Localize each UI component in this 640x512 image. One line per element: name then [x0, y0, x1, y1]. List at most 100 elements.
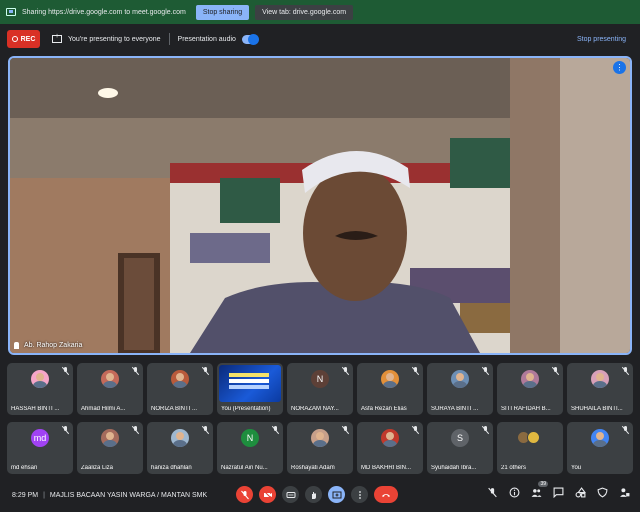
people-button[interactable]: 39	[530, 481, 548, 498]
chat-button[interactable]	[552, 486, 564, 498]
participant-tile[interactable]: MD BAKHRI BIN...	[357, 422, 423, 474]
recording-label: REC	[20, 35, 36, 43]
others-tile[interactable]: 21 others	[497, 422, 563, 474]
person-lock-icon	[619, 487, 629, 497]
presenting-status-text: You're presenting to everyone	[68, 35, 161, 43]
participant-name: Nazratul Ain Nu...	[221, 465, 268, 471]
mic-off-icon	[482, 426, 489, 434]
meeting-title: MAJLIS BACAAN YASIN WARGA / MANTAN SMK	[49, 491, 208, 499]
avatar	[591, 370, 609, 388]
mic-off-icon	[552, 367, 559, 375]
more-options-icon[interactable]: ⋮	[613, 61, 626, 74]
sharing-bar: Sharing https://drive.google.com to meet…	[0, 0, 640, 24]
companion-button[interactable]	[618, 486, 630, 498]
clock: 8:29 PM	[12, 491, 39, 499]
participant-tile[interactable]: Zaaliza Liza	[77, 422, 143, 474]
avatar	[381, 370, 399, 388]
participant-name: MD BAKHRI BIN...	[361, 465, 412, 471]
divider	[168, 33, 170, 45]
avatar	[311, 429, 329, 447]
stop-sharing-button[interactable]: Stop sharing	[195, 4, 250, 20]
info-icon	[509, 487, 519, 497]
activities-button[interactable]	[574, 486, 586, 498]
avatar: N	[241, 429, 259, 447]
avatar	[101, 429, 119, 447]
participant-name: Ahmad Hilmi A...	[81, 406, 126, 412]
shapes-icon	[575, 486, 586, 497]
control-bar: 8:29 PM | MAJLIS BACAAN YASIN WARGA / MA…	[0, 478, 640, 512]
participant-tile[interactable]: SURAYA BINTI ...	[427, 363, 493, 415]
leave-call-button[interactable]	[374, 486, 398, 503]
camera-off-icon	[263, 490, 272, 499]
pin-icon	[14, 342, 19, 349]
participant-tile[interactable]: Roshayati Adam	[287, 422, 353, 474]
avatar: md	[31, 429, 49, 447]
meeting-details-button[interactable]	[508, 486, 520, 498]
mic-off-icon	[272, 426, 279, 434]
mic-off-icon	[62, 367, 69, 375]
participant-tile[interactable]: haniza dhahlan	[147, 422, 213, 474]
people-icon	[531, 488, 541, 497]
avatar	[591, 429, 609, 447]
record-icon	[11, 36, 18, 42]
participant-name: Zaaliza Liza	[81, 465, 114, 471]
avatar	[101, 370, 119, 388]
mic-off-icon	[132, 426, 139, 434]
view-tab-button[interactable]: View tab: drive.google.com	[255, 4, 354, 20]
participant-name: Asfa Rezan Elias	[361, 406, 407, 412]
participant-tile[interactable]: md md ehsan	[7, 422, 73, 474]
mic-off-icon	[240, 490, 249, 499]
self-tile[interactable]: You	[567, 422, 633, 474]
participant-name: NORIZA BINTI ...	[151, 406, 198, 412]
camera-toggle-button[interactable]	[259, 486, 276, 503]
presentation-audio-toggle[interactable]	[241, 33, 259, 45]
mic-off-icon	[412, 426, 419, 434]
more-vert-icon	[358, 490, 361, 499]
present-now-button[interactable]	[328, 486, 345, 503]
participant-tile[interactable]: N NORAZAM NAY...	[287, 363, 353, 415]
audio-off-button[interactable]	[486, 486, 498, 498]
avatar	[381, 429, 399, 447]
participant-name: NORAZAM NAY...	[291, 406, 339, 412]
hang-up-icon	[382, 493, 390, 497]
recording-badge[interactable]: REC	[7, 30, 40, 48]
participant-name: SHUHAILA BINTI...	[571, 406, 623, 412]
participant-tile[interactable]: S Syuhaidah Ibra...	[427, 422, 493, 474]
participant-tile[interactable]: SITI RAFIDAH B...	[497, 363, 563, 415]
mic-off-icon	[622, 367, 629, 375]
mic-off-icon	[342, 426, 349, 434]
participant-name: SURAYA BINTI ...	[431, 406, 479, 412]
raise-hand-button[interactable]	[305, 486, 322, 503]
mic-off-icon	[202, 367, 209, 375]
more-options-button[interactable]	[351, 486, 368, 503]
participant-tile[interactable]: NORIZA BINTI ...	[147, 363, 213, 415]
avatar	[31, 370, 49, 388]
mic-off-icon	[342, 367, 349, 375]
speaker-name-tag: Ab. Rahop Zakaria	[14, 342, 82, 349]
presentation-tile[interactable]: You (Presentation)	[217, 363, 283, 415]
sharing-status-text: Sharing https://drive.google.com to meet…	[22, 8, 186, 16]
main-speaker-video[interactable]: ⋮ Ab. Rahop Zakaria	[8, 56, 632, 355]
avatar	[171, 429, 189, 447]
chat-icon	[553, 487, 563, 498]
participant-tile[interactable]: Asfa Rezan Elias	[357, 363, 423, 415]
hand-icon	[311, 491, 316, 499]
screen-share-icon	[6, 8, 16, 16]
mic-toggle-button[interactable]	[236, 486, 253, 503]
captions-icon	[286, 491, 295, 498]
participant-tile[interactable]: SHUHAILA BINTI...	[567, 363, 633, 415]
others-avatar-stack	[517, 431, 543, 445]
presentation-thumbnail	[219, 365, 281, 402]
mic-off-icon	[202, 426, 209, 434]
presentation-audio-label: Presentation audio	[177, 35, 236, 43]
captions-button[interactable]	[282, 486, 299, 503]
participant-tile[interactable]: HASSAH BINTI ...	[7, 363, 73, 415]
participant-name: Roshayati Adam	[291, 465, 335, 471]
avatar: S	[451, 429, 469, 447]
stop-presenting-link[interactable]: Stop presenting	[577, 36, 626, 43]
participant-tile[interactable]: N Nazratul Ain Nu...	[217, 422, 283, 474]
participant-tile[interactable]: Ahmad Hilmi A...	[77, 363, 143, 415]
participant-name: You (Presentation)	[221, 406, 271, 412]
host-controls-button[interactable]	[596, 486, 608, 498]
participant-name: HASSAH BINTI ...	[11, 406, 60, 412]
